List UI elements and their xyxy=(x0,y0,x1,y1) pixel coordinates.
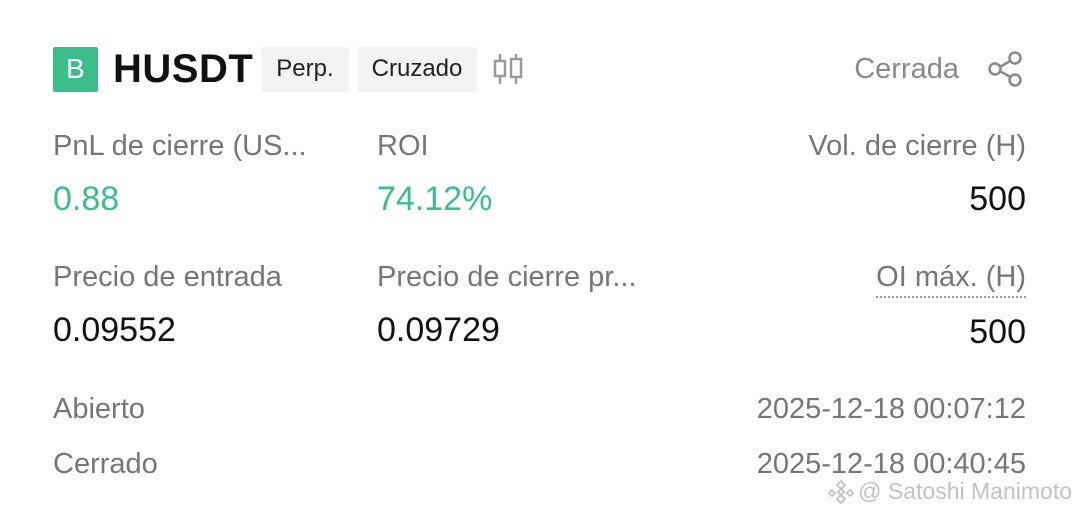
status-area: Cerrada xyxy=(854,48,1025,90)
closing-volume-value: 500 xyxy=(969,180,1026,218)
binance-logo-icon xyxy=(828,479,855,504)
share-icon-graphic xyxy=(988,51,1022,87)
avg-close-price-value: 0.09729 xyxy=(377,311,500,349)
closing-pnl-value: 0.88 xyxy=(53,180,120,218)
watermark: @ Satoshi Manimoto xyxy=(828,478,1072,505)
candlestick-icon[interactable] xyxy=(489,50,527,88)
max-oi-label[interactable]: OI máx. (H) xyxy=(876,261,1026,298)
side-badge: B xyxy=(53,46,98,92)
roi-label: ROI xyxy=(377,130,429,162)
position-status: Cerrada xyxy=(854,52,959,85)
opened-label: Abierto xyxy=(53,393,145,425)
roi-value: 74.12% xyxy=(377,180,493,218)
entry-price-label: Precio de entrada xyxy=(53,261,282,293)
avg-close-price-label: Precio de cierre pr... xyxy=(377,261,637,293)
max-oi-value: 500 xyxy=(969,313,1026,351)
margin-mode-tag: Cruzado xyxy=(356,46,478,92)
closed-label: Cerrado xyxy=(53,448,158,480)
position-header: B HUSDT Perp. Cruzado xyxy=(53,45,527,93)
closed-time: 2025-12-18 00:40:45 xyxy=(756,448,1026,480)
closing-volume-label: Vol. de cierre (H) xyxy=(808,130,1026,162)
max-oi-label-wrapper[interactable]: OI máx. (H) xyxy=(876,261,1026,298)
share-icon[interactable] xyxy=(985,49,1025,89)
watermark-text: @ Satoshi Manimoto xyxy=(858,478,1072,504)
closing-pnl-label: PnL de cierre (US... xyxy=(53,130,307,162)
candlestick-icon-graphic xyxy=(494,54,523,84)
contract-type-tag: Perp. xyxy=(261,46,349,92)
opened-time: 2025-12-18 00:07:12 xyxy=(756,393,1026,425)
symbol-title: HUSDT xyxy=(113,46,254,91)
entry-price-value: 0.09552 xyxy=(53,311,176,349)
